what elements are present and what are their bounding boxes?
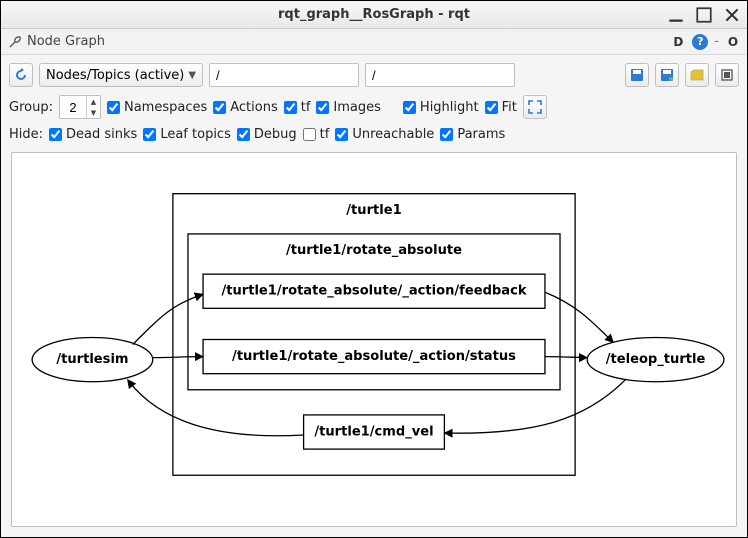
topic-status-label: /turtle1/rotate_absolute/_action/status (232, 349, 516, 364)
actions-checkbox-input[interactable] (213, 101, 226, 114)
subheader: Node Graph D ? - O (1, 29, 747, 55)
images-checkbox-input[interactable] (316, 101, 329, 114)
refresh-button[interactable] (9, 63, 33, 87)
panel-title: Node Graph (27, 34, 105, 49)
edge-cmdvel-turtlesim (128, 380, 304, 436)
node-filter-input[interactable] (209, 63, 359, 87)
edge-turtlesim-status (153, 357, 203, 358)
params-checkbox[interactable]: Params (440, 127, 505, 142)
fit-view-button[interactable] (523, 95, 547, 119)
titlebar: rqt_graph__RosGraph - rqt (1, 1, 747, 29)
group-depth-spinner[interactable]: ▲ ▼ (59, 95, 101, 119)
dead-sinks-checkbox[interactable]: Dead sinks (49, 127, 137, 142)
edge-turtlesim-feedback (133, 294, 203, 344)
namespaces-checkbox-input[interactable] (107, 101, 120, 114)
save-image-button[interactable] (625, 63, 649, 87)
leaf-topics-checkbox-input[interactable] (143, 128, 156, 141)
maximize-button[interactable] (695, 6, 713, 24)
dead-sinks-checkbox-input[interactable] (49, 128, 62, 141)
hide-label: Hide: (9, 127, 43, 142)
highlight-checkbox[interactable]: Highlight (403, 100, 479, 115)
edge-feedback-teleop (545, 292, 613, 342)
node-teleop-label: /teleop_turtle (606, 352, 706, 367)
highlight-checkbox-input[interactable] (403, 101, 416, 114)
load-dot-button[interactable] (685, 63, 709, 87)
tf-hide-checkbox-input[interactable] (303, 128, 316, 141)
namespaces-checkbox[interactable]: Namespaces (107, 100, 207, 115)
view-mode-combo[interactable]: Nodes/Topics (active) ▼ (39, 63, 203, 87)
toolbar-row-group: Group: ▲ ▼ Namespaces Actions tf Images (1, 91, 747, 123)
topic-cmdvel-label: /turtle1/cmd_vel (314, 425, 433, 440)
fit-checkbox[interactable]: Fit (485, 100, 517, 115)
wrench-icon[interactable] (7, 34, 23, 50)
edge-status-teleop (545, 357, 587, 358)
help-icon[interactable]: ? (692, 34, 708, 50)
separator-dash: - (714, 34, 719, 49)
images-checkbox[interactable]: Images (316, 100, 381, 115)
cluster-turtle1-label: /turtle1 (346, 203, 401, 218)
unreachable-checkbox[interactable]: Unreachable (335, 127, 434, 142)
close-button[interactable] (723, 6, 741, 24)
topic-feedback-label: /turtle1/rotate_absolute/_action/feedbac… (221, 284, 526, 299)
debug-checkbox-input[interactable] (237, 128, 250, 141)
graph-canvas[interactable]: /turtle1 /turtle1/rotate_absolute /turtl… (11, 152, 737, 527)
tf-hide-checkbox[interactable]: tf (303, 127, 330, 142)
group-label: Group: (9, 100, 53, 115)
undock-button[interactable]: O (725, 34, 741, 50)
chevron-down-icon: ▼ (188, 70, 196, 81)
unreachable-checkbox-input[interactable] (335, 128, 348, 141)
cluster-rotate-absolute-label: /turtle1/rotate_absolute (286, 243, 462, 258)
minimize-button[interactable] (667, 6, 685, 24)
view-mode-label: Nodes/Topics (active) (46, 68, 184, 83)
node-turtlesim-label: /turtlesim (56, 352, 128, 367)
tf-group-checkbox[interactable]: tf (284, 100, 311, 115)
params-checkbox-input[interactable] (440, 128, 453, 141)
window-title: rqt_graph__RosGraph - rqt (278, 7, 470, 22)
settings-button[interactable] (715, 63, 739, 87)
save-dot-button[interactable] (655, 63, 679, 87)
tf-group-checkbox-input[interactable] (284, 101, 297, 114)
spinner-down-icon[interactable]: ▼ (87, 107, 100, 118)
group-depth-input[interactable] (60, 96, 86, 118)
dock-button[interactable]: D (670, 34, 686, 50)
spinner-up-icon[interactable]: ▲ (87, 96, 100, 107)
edge-teleop-cmdvel (444, 380, 625, 433)
actions-checkbox[interactable]: Actions (213, 100, 278, 115)
fit-checkbox-input[interactable] (485, 101, 498, 114)
debug-checkbox[interactable]: Debug (237, 127, 297, 142)
leaf-topics-checkbox[interactable]: Leaf topics (143, 127, 231, 142)
toolbar-row-1: Nodes/Topics (active) ▼ (1, 55, 747, 91)
topic-filter-input[interactable] (365, 63, 515, 87)
toolbar-row-hide: Hide: Dead sinks Leaf topics Debug tf Un… (1, 123, 747, 146)
